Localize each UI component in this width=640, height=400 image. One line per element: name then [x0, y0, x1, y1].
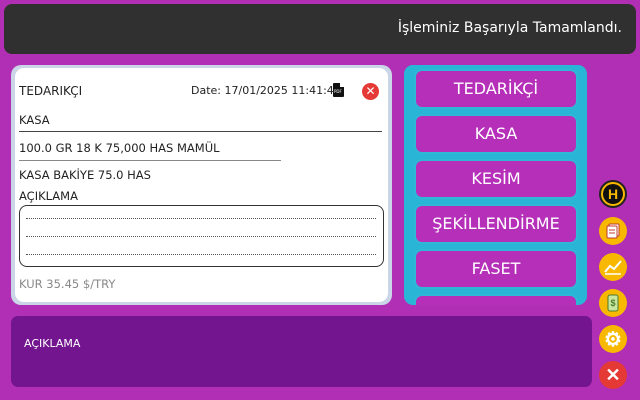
divider — [19, 160, 281, 161]
receipt-title: TEDARIKÇI — [19, 84, 83, 98]
menu-button-sekillendirme[interactable]: ŞEKİLLENDİRME — [414, 204, 578, 244]
toast-message: İşleminiz Başarıyla Tamamlandı. — [397, 20, 622, 36]
close-receipt-icon[interactable]: ✕ — [362, 83, 379, 100]
dotted-line — [26, 218, 376, 219]
toast-bar: İşleminiz Başarıyla Tamamlandı. — [4, 4, 636, 54]
dotted-line — [26, 236, 376, 237]
note-panel[interactable]: AÇIKLAMA — [11, 316, 592, 387]
receipt-panel: TEDARIKÇI Date: 17/01/2025 11:41:47 PDF … — [11, 65, 392, 305]
menu-button-kesim[interactable]: KESİM — [414, 159, 578, 199]
h-letter: H — [603, 184, 623, 204]
menu-panel: TEDARİKÇİ KASA KESİM ŞEKİLLENDİRME FASET — [404, 65, 587, 305]
pdf-label: PDF — [334, 89, 342, 94]
dotted-line — [26, 254, 376, 255]
h-icon[interactable]: H — [599, 180, 627, 208]
receipt-kasa: KASA — [19, 113, 50, 127]
documents-icon[interactable] — [599, 217, 627, 245]
menu-button-tedarikci[interactable]: TEDARİKÇİ — [414, 69, 578, 109]
receipt-item-line: 100.0 GR 18 K 75,000 HAS MAMÜL — [19, 141, 220, 155]
receipt-note-label: AÇIKLAMA — [19, 189, 78, 203]
receipt-note-box[interactable] — [19, 205, 384, 267]
menu-button-next[interactable] — [414, 294, 578, 305]
menu-button-faset[interactable]: FASET — [414, 249, 578, 289]
svg-text:$: $ — [610, 298, 615, 308]
settings-gear-icon[interactable]: ⚙ — [599, 325, 627, 353]
menu-button-kasa[interactable]: KASA — [414, 114, 578, 154]
receipt-exchange-rate: KUR 35.45 $/TRY — [19, 277, 116, 291]
receipt-date: Date: 17/01/2025 11:41:47 — [191, 84, 341, 97]
close-app-icon[interactable]: ✕ — [599, 361, 627, 389]
divider — [19, 131, 382, 132]
note-panel-label: AÇIKLAMA — [24, 337, 81, 350]
chart-icon[interactable] — [599, 253, 627, 281]
receipt-balance: KASA BAKİYE 75.0 HAS — [19, 168, 151, 182]
pdf-icon[interactable]: PDF — [333, 83, 344, 97]
receipt-card: TEDARIKÇI Date: 17/01/2025 11:41:47 PDF … — [15, 68, 388, 302]
money-icon[interactable]: $ — [599, 289, 627, 317]
